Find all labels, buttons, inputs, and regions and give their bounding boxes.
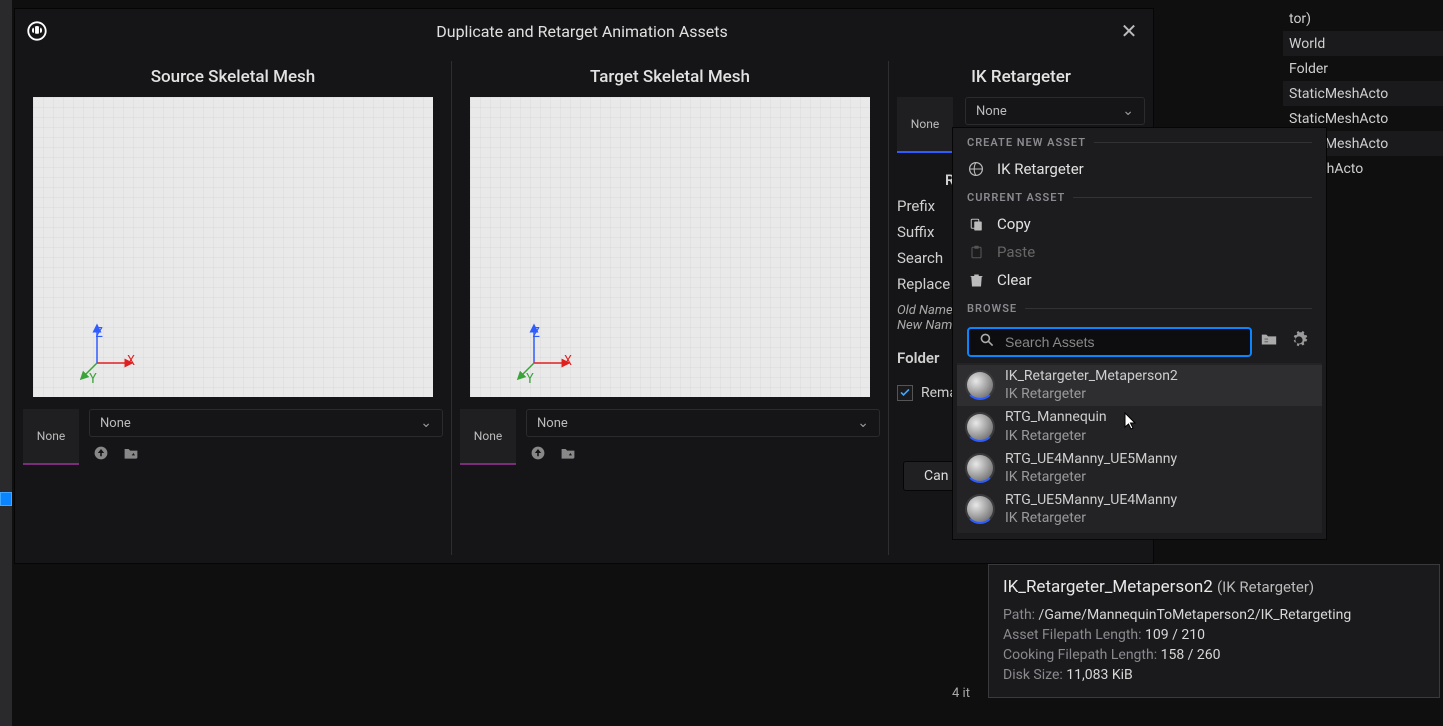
asset-list-item[interactable]: RTG_UE4Manny_UE5Manny IK Retargeter [957, 448, 1322, 489]
dropdown-value: None [976, 104, 1007, 119]
paste-label: Paste [997, 243, 1035, 261]
folder-tree-icon[interactable] [1260, 331, 1282, 353]
editor-left-strip [0, 0, 12, 726]
clear-label: Clear [997, 271, 1032, 289]
asset-orb-icon [965, 453, 995, 483]
target-viewport[interactable]: Z X Y [470, 97, 870, 397]
asset-name: RTG_Mannequin [1005, 408, 1107, 426]
tooltip-title: IK_Retargeter_Metaperson2 (IK Retargeter… [1003, 577, 1425, 597]
create-item-label: IK Retargeter [997, 160, 1084, 178]
target-panel-title: Target Skeletal Mesh [460, 61, 880, 97]
axis-x-label: X [127, 354, 135, 369]
asset-orb-icon [965, 370, 995, 400]
clear-item[interactable]: Clear [953, 266, 1326, 294]
use-selected-icon[interactable] [91, 443, 111, 463]
asset-orb-icon [965, 494, 995, 524]
copy-label: Copy [997, 215, 1031, 233]
dialog-titlebar[interactable]: Duplicate and Retarget Animation Assets … [15, 9, 1153, 53]
asset-name: RTG_UE4Manny_UE5Manny [1005, 450, 1177, 468]
asset-tooltip: IK_Retargeter_Metaperson2 (IK Retargeter… [988, 564, 1440, 698]
outliner-row[interactable]: Folder [1283, 56, 1443, 81]
dropdown-value: None [100, 416, 131, 431]
source-panel-title: Source Skeletal Mesh [23, 61, 443, 97]
close-icon: ✕ [1121, 19, 1138, 43]
axis-z-label: Z [95, 326, 103, 341]
browse-to-asset-icon[interactable] [121, 443, 141, 463]
use-selected-icon[interactable] [528, 443, 548, 463]
chevron-down-icon: ⌄ [857, 415, 869, 431]
asset-type: IK Retargeter [1005, 509, 1177, 527]
ik-asset-thumbnail[interactable]: None [897, 97, 953, 153]
asset-search-input[interactable] [1003, 333, 1240, 351]
paste-icon [967, 243, 985, 261]
close-button[interactable]: ✕ [1115, 17, 1143, 45]
target-asset-thumbnail[interactable]: None [460, 409, 516, 465]
asset-name: IK_Retargeter_Metaperson2 [1005, 367, 1178, 385]
current-asset-header: CURRENT ASSET [953, 183, 1326, 210]
asset-list-item[interactable]: RTG_UE5Manny_UE4Manny IK Retargeter [957, 489, 1322, 530]
chevron-down-icon: ⌄ [1122, 103, 1134, 119]
copy-item[interactable]: Copy [953, 210, 1326, 238]
asset-list: IK_Retargeter_Metaperson2 IK Retargeter … [957, 363, 1322, 533]
axis-y-label: Y [89, 372, 97, 387]
outliner-row[interactable]: World [1283, 31, 1443, 56]
axis-z-label: Z [532, 326, 540, 341]
search-icon [979, 332, 995, 352]
browse-header: BROWSE [953, 294, 1326, 321]
chevron-down-icon: ⌄ [420, 415, 432, 431]
asset-orb-icon [965, 412, 995, 442]
asset-type: IK Retargeter [1005, 427, 1107, 445]
asset-type: IK Retargeter [1005, 468, 1177, 486]
items-count-label: 4 it [952, 686, 970, 701]
globe-icon [967, 160, 985, 178]
source-asset-dropdown[interactable]: None ⌄ [89, 409, 443, 437]
vertical-separator [451, 61, 452, 555]
source-panel: Source Skeletal Mesh Z X [23, 61, 443, 555]
asset-list-item[interactable]: RTG_Mannequin IK Retargeter [957, 406, 1322, 447]
create-ik-retargeter-item[interactable]: IK Retargeter [953, 155, 1326, 183]
outliner-row[interactable]: StaticMeshActo [1283, 81, 1443, 106]
source-asset-thumbnail[interactable]: None [23, 409, 79, 465]
target-panel: Target Skeletal Mesh Z X [460, 61, 880, 555]
dialog-title: Duplicate and Retarget Animation Assets [49, 22, 1115, 41]
asset-search-box[interactable] [967, 327, 1252, 357]
source-asset-slot: None None ⌄ [23, 409, 443, 465]
outliner-row[interactable]: tor) [1283, 6, 1443, 31]
axis-x-label: X [564, 354, 572, 369]
paste-item: Paste [953, 238, 1326, 266]
target-asset-slot: None None ⌄ [460, 409, 880, 465]
source-viewport[interactable]: Z X Y [33, 97, 433, 397]
axis-y-label: Y [526, 372, 534, 387]
asset-picker-popup: CREATE NEW ASSET IK Retargeter CURRENT A… [952, 127, 1327, 540]
gear-icon[interactable] [1290, 331, 1312, 353]
ik-asset-dropdown[interactable]: None ⌄ [965, 97, 1145, 125]
ik-panel-title: IK Retargeter [897, 61, 1145, 97]
create-new-asset-header: CREATE NEW ASSET [953, 128, 1326, 155]
copy-icon [967, 215, 985, 233]
target-asset-dropdown[interactable]: None ⌄ [526, 409, 880, 437]
vertical-separator [888, 61, 889, 555]
dropdown-value: None [537, 416, 568, 431]
editor-selection-tag [0, 492, 12, 506]
asset-type: IK Retargeter [1005, 385, 1178, 403]
asset-list-item[interactable]: IK_Retargeter_Metaperson2 IK Retargeter [957, 365, 1322, 406]
trash-icon [967, 271, 985, 289]
unreal-logo-icon [25, 19, 49, 43]
remap-checkbox[interactable] [897, 385, 913, 401]
asset-name: RTG_UE5Manny_UE4Manny [1005, 491, 1177, 509]
browse-to-asset-icon[interactable] [558, 443, 578, 463]
